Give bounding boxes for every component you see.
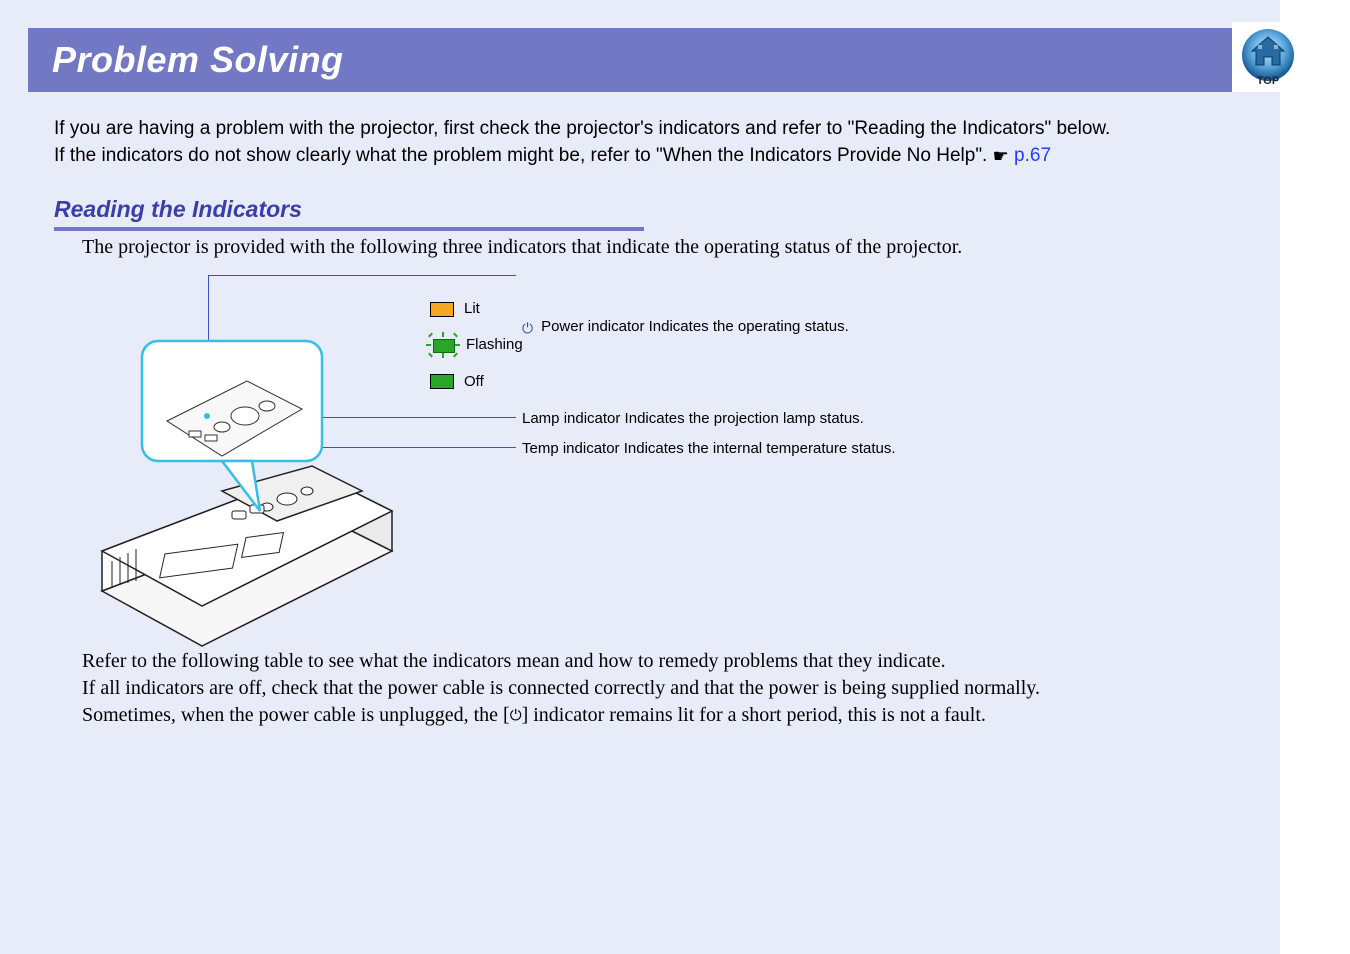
callout-line	[208, 275, 516, 276]
top-button[interactable]: TOP	[1238, 27, 1298, 87]
after-line-1: Refer to the following table to see what…	[82, 648, 1240, 675]
section-underline	[54, 227, 644, 231]
figure: Lit Flashing Off	[82, 275, 1240, 651]
lamp-indicator-callout: Lamp indicator Indicates the projection …	[522, 409, 864, 429]
pointer-icon: ☛	[993, 144, 1009, 169]
page-title: Problem Solving	[52, 39, 344, 81]
after-line-2: If all indicators are off, check that th…	[82, 675, 1240, 702]
power-icon: ⏻	[522, 319, 533, 338]
power-indicator-text: Power indicator Indicates the operating …	[541, 317, 849, 337]
legend-flashing: Flashing	[430, 335, 523, 355]
top-label: TOP	[1238, 75, 1298, 87]
intro-line-1: If you are having a problem with the pro…	[54, 116, 1240, 143]
page-ref-link[interactable]: p.67	[1014, 145, 1051, 166]
intro-line-2: If the indicators do not show clearly wh…	[54, 143, 1240, 170]
after-text: Refer to the following table to see what…	[82, 648, 1240, 729]
section-body: The projector is provided with the follo…	[82, 234, 1240, 651]
intro-paragraph: If you are having a problem with the pro…	[54, 116, 1240, 169]
margin-strip	[1280, 0, 1350, 954]
legend-off-label: Off	[464, 372, 484, 392]
legend-flashing-label: Flashing	[466, 335, 523, 355]
flashing-icon	[430, 336, 456, 354]
power-indicator-callout: ⏻ Power indicator Indicates the operatin…	[522, 317, 849, 337]
section-intro: The projector is provided with the follo…	[82, 234, 1240, 261]
legend-off: Off	[430, 372, 523, 392]
legend-lit: Lit	[430, 299, 523, 319]
title-bar: Problem Solving	[28, 28, 1280, 92]
off-icon	[430, 374, 454, 389]
legend-lit-label: Lit	[464, 299, 480, 319]
power-icon: ⏻	[510, 706, 522, 726]
lit-icon	[430, 302, 454, 317]
section-heading: Reading the Indicators	[54, 196, 302, 223]
projector-illustration	[82, 291, 412, 651]
legend: Lit Flashing Off	[430, 299, 523, 408]
top-button-area: TOP	[1232, 22, 1350, 92]
temp-indicator-callout: Temp indicator Indicates the internal te…	[522, 439, 896, 459]
after-line-3: Sometimes, when the power cable is unplu…	[82, 702, 1240, 729]
manual-page: Problem Solving TOP If you are having	[0, 0, 1280, 954]
